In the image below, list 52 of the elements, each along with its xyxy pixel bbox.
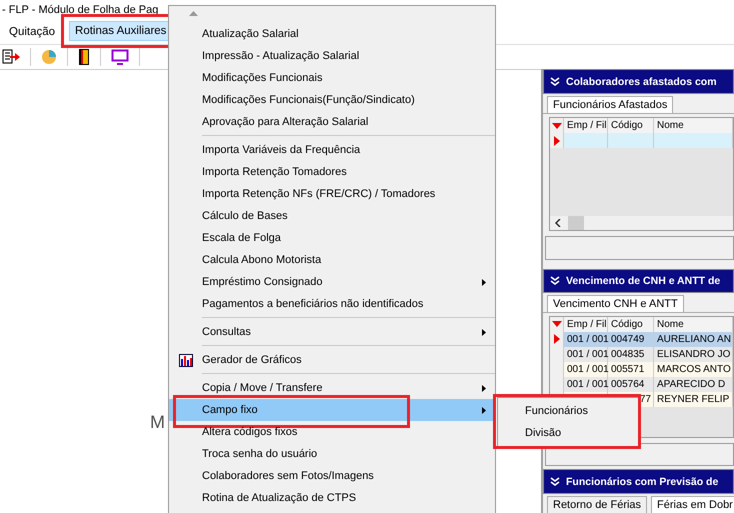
menu-item[interactable]: Consultas <box>169 315 495 343</box>
menu-item[interactable]: Modificações Funcionais <box>169 67 495 89</box>
scroll-left-icon[interactable] <box>554 219 562 227</box>
menu-item[interactable]: Aprovação para Alteração Salarial <box>169 111 495 133</box>
collapse-chevron-icon[interactable] <box>550 276 560 286</box>
tab[interactable]: Retorno de Férias <box>547 496 648 513</box>
menu-item[interactable]: Pagamentos a beneficiários não identificados <box>169 293 495 315</box>
menu-item[interactable]: Empréstimo Consignado <box>169 271 495 293</box>
panel-title: Funcionários com Previsão de <box>566 476 718 488</box>
menu-item[interactable]: Rotina de Atualização de CTPS <box>169 487 495 509</box>
tab[interactable]: Vencimento CNH e ANTT <box>547 294 684 312</box>
menu-item[interactable]: Colaboradores sem Fotos/Imagens <box>169 465 495 487</box>
pie-chart-icon[interactable] <box>41 49 57 65</box>
panel-title: Vencimento de CNH e ANTT de <box>566 274 720 287</box>
sort-triangle-icon[interactable] <box>552 122 562 128</box>
table-cell: REYNER FELIP <box>654 392 733 407</box>
menu-item[interactable]: Escala de Folga <box>169 227 495 249</box>
door-icon[interactable] <box>78 48 90 66</box>
menu-item[interactable]: Importa Retenção NFs (FRE/CRC) / Tomadores <box>169 183 495 205</box>
sort-triangle-icon[interactable] <box>552 321 562 328</box>
row-pointer-icon <box>554 136 560 146</box>
menu-item[interactable]: Impressão - Atualização Salarial <box>169 45 495 67</box>
menu-item[interactable]: Importa Retenção Tomadores <box>169 161 495 183</box>
tab[interactable]: Funcionários Afastados <box>547 96 674 113</box>
scrollbar-thumb[interactable] <box>568 216 584 230</box>
bar-chart-icon <box>178 354 192 366</box>
menu-item[interactable]: Calcula Abono Motorista <box>169 249 495 271</box>
menu-item[interactable]: Altera códigos fixos <box>169 421 495 443</box>
tab[interactable]: Férias em Dobr <box>651 496 734 513</box>
menu-item[interactable]: Modificações Funcionais(Função/Sindicato) <box>169 89 495 111</box>
submenu-item[interactable]: Divisão <box>498 422 638 444</box>
document-arrow-icon[interactable] <box>2 49 20 65</box>
menu-item[interactable]: Troca senha do usuário <box>169 443 495 465</box>
menu-item[interactable]: Importa Variáveis da Frequência <box>169 133 495 161</box>
row-pointer-icon <box>554 334 560 344</box>
menu-item[interactable]: Gerador de Gráficos <box>169 343 495 371</box>
collapse-chevron-icon[interactable] <box>550 476 560 486</box>
main-text: M <box>150 412 165 433</box>
menu-item[interactable]: Copia / Move / Transfere <box>169 371 495 399</box>
submenu-arrow-icon <box>482 329 486 336</box>
grid-row[interactable]: 001 / 001 005571 MARCOS ANTO <box>550 362 733 377</box>
grid-row[interactable]: 001 / 001 004835 ELISANDRO JO <box>550 346 733 362</box>
grid-row[interactable]: 001 / 001 004749 AURELIANO AN <box>550 332 733 347</box>
menu-item[interactable]: Cálculo de Bases <box>169 205 495 227</box>
collapse-chevron-icon[interactable] <box>550 76 560 86</box>
panel-title: Colaboradores afastados com <box>566 76 717 88</box>
submenu-arrow-icon <box>482 385 486 392</box>
submenu-arrow-icon <box>482 407 486 414</box>
monitor-icon[interactable] <box>111 49 129 65</box>
grid-row[interactable]: 001 / 001 005764 APARECIDO D <box>550 376 733 392</box>
submenu-arrow-icon <box>482 279 486 286</box>
menu-item[interactable]: Quitação <box>3 22 62 42</box>
